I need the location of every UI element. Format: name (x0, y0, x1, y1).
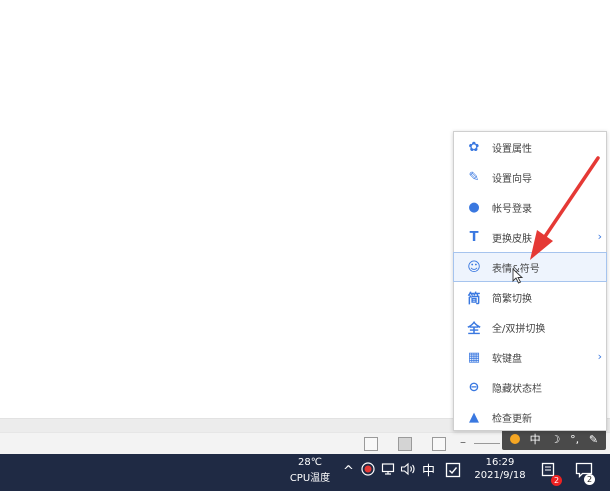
punctuation-icon[interactable]: °, (570, 434, 579, 445)
temperature-label: CPU温度 (289, 473, 331, 484)
moon-icon[interactable]: ☽ (550, 434, 560, 445)
menu-item-simplified-traditional[interactable]: 简 简繁切换 (454, 282, 606, 312)
brush-icon: ✎ (468, 169, 480, 185)
jian-icon: 简 (467, 291, 481, 307)
ime-mode-label[interactable]: 中 (530, 434, 541, 445)
wrench-icon[interactable]: ✎ (589, 434, 598, 445)
menu-item-label: 更换皮肤 (492, 233, 532, 245)
taskbar: 28℃ CPU温度 ^ 中 16:29 2021/9/18 2 2 (0, 454, 610, 491)
menu-item-account-login[interactable]: ● 帐号登录 (454, 192, 606, 222)
ime-logo-icon (509, 434, 520, 444)
ime-context-menu: ✿ 设置属性 ✎ 设置向导 ● 帐号登录 T 更换皮肤 › ☺ 表情&符号 简 … (453, 131, 607, 431)
quan-icon: 全 (467, 321, 481, 337)
menu-item-change-skin[interactable]: T 更换皮肤 › (454, 222, 606, 252)
menu-item-label: 软键盘 (492, 353, 522, 365)
input-mode-indicator[interactable]: 中 (422, 462, 435, 482)
menu-item-check-update[interactable]: ▲ 检查更新 (454, 402, 606, 432)
volume-icon[interactable] (400, 462, 416, 482)
menu-item-label: 设置属性 (492, 143, 532, 155)
clock-time: 16:29 (485, 457, 515, 468)
menu-item-label: 隐藏状态栏 (492, 383, 542, 395)
menu-item-soft-keyboard[interactable]: ▦ 软键盘 › (454, 342, 606, 372)
menu-item-label: 帐号登录 (492, 203, 532, 215)
print-layout-button[interactable] (398, 437, 412, 451)
shirt-icon: T (469, 229, 479, 245)
menu-item-wizard[interactable]: ✎ 设置向导 (454, 162, 606, 192)
network-icon[interactable] (381, 462, 395, 482)
action-center-badge: 2 (584, 474, 595, 485)
menu-item-label: 检查更新 (492, 413, 532, 425)
smiley-icon: ☺ (467, 259, 481, 275)
clock-date: 2021/9/18 (474, 470, 526, 481)
ime-tray-icon[interactable] (445, 462, 461, 482)
record-icon[interactable] (361, 462, 375, 482)
reading-view-button[interactable] (364, 437, 378, 451)
web-layout-button[interactable] (432, 437, 446, 451)
menu-item-full-double-pinyin[interactable]: 全 全/双拼切换 (454, 312, 606, 342)
chevron-right-icon: › (597, 230, 602, 243)
clock[interactable]: 16:29 2021/9/18 (470, 457, 530, 481)
menu-item-label: 简繁切换 (492, 293, 532, 305)
chevron-right-icon: › (597, 350, 602, 363)
notification-badge: 2 (551, 475, 562, 486)
zoom-slider[interactable] (474, 443, 500, 444)
menu-item-hide-status-bar[interactable]: ⊖ 隐藏状态栏 (454, 372, 606, 402)
menu-item-settings[interactable]: ✿ 设置属性 (454, 132, 606, 162)
minus-circle-icon: ⊖ (468, 379, 480, 395)
mouse-cursor-icon (512, 268, 524, 284)
menu-item-label: 设置向导 (492, 173, 532, 185)
keyboard-icon: ▦ (467, 349, 481, 365)
menu-item-emoji-symbols[interactable]: ☺ 表情&符号 (453, 252, 607, 282)
tray-chevron-icon[interactable]: ^ (343, 462, 354, 482)
temperature-value: 28℃ (298, 457, 322, 468)
user-icon: ● (468, 199, 480, 215)
gear-icon: ✿ (468, 139, 480, 155)
up-arrow-icon: ▲ (469, 409, 479, 425)
zoom-out-icon[interactable]: – (460, 435, 466, 449)
menu-item-label: 全/双拼切换 (492, 323, 546, 335)
cpu-temperature-widget[interactable]: 28℃ CPU温度 (282, 457, 338, 484)
